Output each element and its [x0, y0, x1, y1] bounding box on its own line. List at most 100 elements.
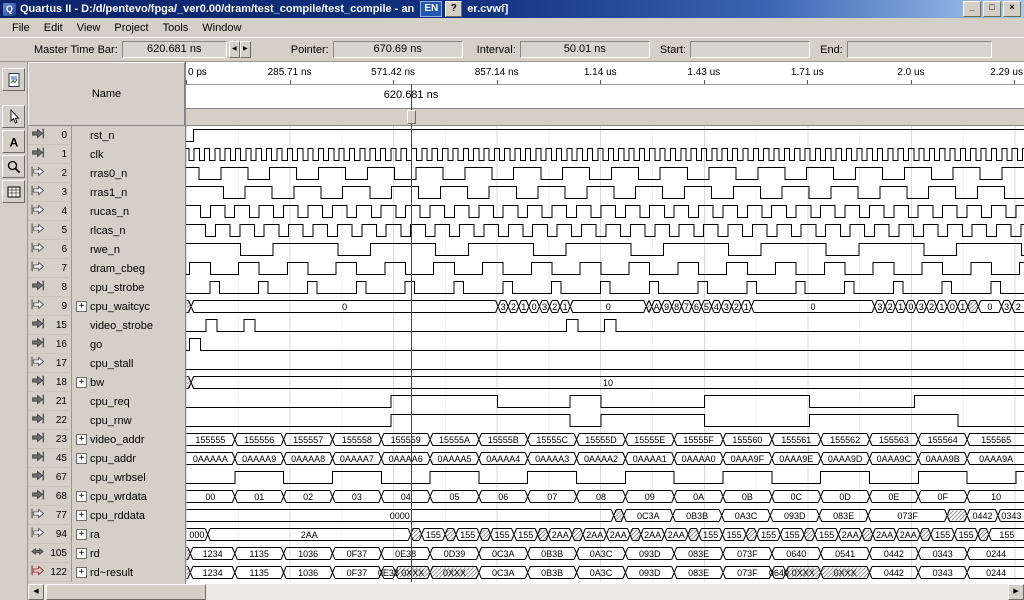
- wave-row-rst_n[interactable]: [186, 126, 1024, 145]
- signal-name-cell[interactable]: rras1_n: [72, 183, 185, 202]
- spinner-left-icon[interactable]: ◀: [229, 41, 240, 58]
- signal-name-cell[interactable]: +rd~result: [72, 563, 185, 582]
- signal-gutter[interactable]: 45: [28, 449, 72, 468]
- signal-gutter[interactable]: 9: [28, 297, 72, 316]
- signal-name-cell[interactable]: cpu_wrbsel: [72, 468, 185, 487]
- waveform-cpu_wrdata[interactable]: 000102030405060708090A0B0C0D0E0F10: [186, 487, 1024, 506]
- waveform-cpu_waitcyc[interactable]: 032103210A9876543210321032101032: [186, 297, 1024, 316]
- signal-name-cell[interactable]: cpu_req: [72, 392, 185, 411]
- wave-row-video_addr[interactable]: 15555515555615555715555815555915555A1555…: [186, 430, 1024, 449]
- wave-row-cpu_wrdata[interactable]: 000102030405060708090A0B0C0D0E0F10: [186, 487, 1024, 506]
- selection-tool-button[interactable]: [2, 105, 25, 128]
- wave-row-rras1_n[interactable]: [186, 183, 1024, 202]
- help-icon[interactable]: ?: [445, 1, 462, 17]
- scrollbar-thumb[interactable]: [46, 584, 206, 600]
- wave-row-cpu_waitcyc[interactable]: 032103210A9876543210321032101032: [186, 297, 1024, 316]
- signal-name-cell[interactable]: cpu_strobe: [72, 278, 185, 297]
- start-field[interactable]: [690, 41, 810, 58]
- spinner-right-icon[interactable]: ▶: [240, 41, 251, 58]
- expand-toggle-icon[interactable]: +: [76, 491, 87, 502]
- waveform-cpu_rddata[interactable]: 00000C3A0B3B0A3C093D083E073F04420343: [186, 506, 1024, 525]
- signal-gutter[interactable]: 16: [28, 335, 72, 354]
- waveform-panel[interactable]: 0 ps285.71 ns571.42 ns857.14 ns1.14 us1.…: [185, 62, 1024, 584]
- signal-gutter[interactable]: 0: [28, 126, 72, 145]
- waveform-rd~result[interactable]: 1234113510360F370E380XXX0XXX0C3A0B3B0A3C…: [186, 563, 1024, 582]
- wave-row-rras0_n[interactable]: [186, 164, 1024, 183]
- signal-name-cell[interactable]: +video_addr: [72, 430, 185, 449]
- signal-name-cell[interactable]: +cpu_wrdata: [72, 487, 185, 506]
- time-bar-track[interactable]: [186, 108, 1024, 126]
- wave-row-rucas_n[interactable]: [186, 202, 1024, 221]
- waveform-cpu_addr[interactable]: 0AAAAA0AAAA90AAAA80AAAA70AAAA60AAAA50AAA…: [186, 449, 1024, 468]
- expand-toggle-icon[interactable]: +: [76, 453, 87, 464]
- waveform-rras1_n[interactable]: [186, 183, 1024, 202]
- waveform-rucas_n[interactable]: [186, 202, 1024, 221]
- scrollbar-track[interactable]: [44, 584, 1008, 600]
- wave-row-cpu_stall[interactable]: [186, 354, 1024, 373]
- wave-row-bw[interactable]: 10: [186, 373, 1024, 392]
- signal-name-cell[interactable]: +cpu_rddata: [72, 506, 185, 525]
- menu-item-view[interactable]: View: [70, 20, 108, 36]
- signal-gutter[interactable]: 5: [28, 221, 72, 240]
- zoom-tool-button[interactable]: [2, 155, 25, 178]
- signal-gutter[interactable]: 67: [28, 468, 72, 487]
- wave-row-rd[interactable]: 1234113510360F370E380D390C3A0B3B0A3C093D…: [186, 544, 1024, 563]
- expand-toggle-icon[interactable]: +: [76, 529, 87, 540]
- signal-name-cell[interactable]: rlcas_n: [72, 221, 185, 240]
- wave-row-rwe_n[interactable]: [186, 240, 1024, 259]
- time-cursor-handle[interactable]: [407, 110, 416, 124]
- signal-name-cell[interactable]: cpu_stall: [72, 354, 185, 373]
- menu-item-tools[interactable]: Tools: [156, 20, 196, 36]
- signal-name-cell[interactable]: rst_n: [72, 126, 185, 145]
- waveform-go[interactable]: [186, 335, 1024, 354]
- minimize-button[interactable]: _: [963, 1, 981, 17]
- scroll-left-icon[interactable]: ◀: [28, 584, 44, 600]
- report-tool-button[interactable]: [2, 68, 25, 91]
- signal-gutter[interactable]: 94: [28, 525, 72, 544]
- menu-item-file[interactable]: File: [5, 20, 37, 36]
- wave-row-cpu_rddata[interactable]: 00000C3A0B3B0A3C093D083E073F04420343: [186, 506, 1024, 525]
- signal-name-cell[interactable]: cpu_rnw: [72, 411, 185, 430]
- signal-name-cell[interactable]: dram_cbeg: [72, 259, 185, 278]
- waveform-cpu_strobe[interactable]: [186, 278, 1024, 297]
- wave-row-rlcas_n[interactable]: [186, 221, 1024, 240]
- waveform-cpu_wrbsel[interactable]: [186, 468, 1024, 487]
- expand-toggle-icon[interactable]: +: [76, 567, 87, 578]
- waveform-rlcas_n[interactable]: [186, 221, 1024, 240]
- signal-name-cell[interactable]: go: [72, 335, 185, 354]
- waveform-rwe_n[interactable]: [186, 240, 1024, 259]
- expand-toggle-icon[interactable]: +: [76, 301, 87, 312]
- wave-row-cpu_req[interactable]: [186, 392, 1024, 411]
- signal-gutter[interactable]: 77: [28, 506, 72, 525]
- signal-gutter[interactable]: 8: [28, 278, 72, 297]
- menu-item-edit[interactable]: Edit: [37, 20, 70, 36]
- signal-name-cell[interactable]: rucas_n: [72, 202, 185, 221]
- signal-gutter[interactable]: 4: [28, 202, 72, 221]
- signal-gutter[interactable]: 23: [28, 430, 72, 449]
- signal-name-cell[interactable]: +cpu_addr: [72, 449, 185, 468]
- wave-row-cpu_rnw[interactable]: [186, 411, 1024, 430]
- expand-toggle-icon[interactable]: +: [76, 548, 87, 559]
- text-tool-button[interactable]: A: [2, 130, 25, 153]
- signal-gutter[interactable]: 7: [28, 259, 72, 278]
- signal-gutter[interactable]: 15: [28, 316, 72, 335]
- waveform-clk[interactable]: [186, 145, 1024, 164]
- wave-row-rd~result[interactable]: 1234113510360F370E380XXX0XXX0C3A0B3B0A3C…: [186, 563, 1024, 582]
- full-view-tool-button[interactable]: [2, 180, 25, 203]
- signal-name-cell[interactable]: +bw: [72, 373, 185, 392]
- horizontal-scrollbar[interactable]: ◀ ▶: [28, 584, 1024, 600]
- signal-name-cell[interactable]: rwe_n: [72, 240, 185, 259]
- signal-gutter[interactable]: 18: [28, 373, 72, 392]
- waveform-rras0_n[interactable]: [186, 164, 1024, 183]
- signal-name-cell[interactable]: rras0_n: [72, 164, 185, 183]
- wave-row-cpu_addr[interactable]: 0AAAAA0AAAA90AAAA80AAAA70AAAA60AAAA50AAA…: [186, 449, 1024, 468]
- wave-row-ra[interactable]: 0002AA1551551551552AA2AA2AA2AA2AA1551551…: [186, 525, 1024, 544]
- waveform-rst_n[interactable]: [186, 126, 1024, 145]
- waveform-bw[interactable]: 10: [186, 373, 1024, 392]
- waveform-cpu_req[interactable]: [186, 392, 1024, 411]
- waveform-video_addr[interactable]: 15555515555615555715555815555915555A1555…: [186, 430, 1024, 449]
- waveform-ra[interactable]: 0002AA1551551551552AA2AA2AA2AA2AA1551551…: [186, 525, 1024, 544]
- end-field[interactable]: [847, 41, 992, 58]
- signal-name-cell[interactable]: +rd: [72, 544, 185, 563]
- signal-name-cell[interactable]: +ra: [72, 525, 185, 544]
